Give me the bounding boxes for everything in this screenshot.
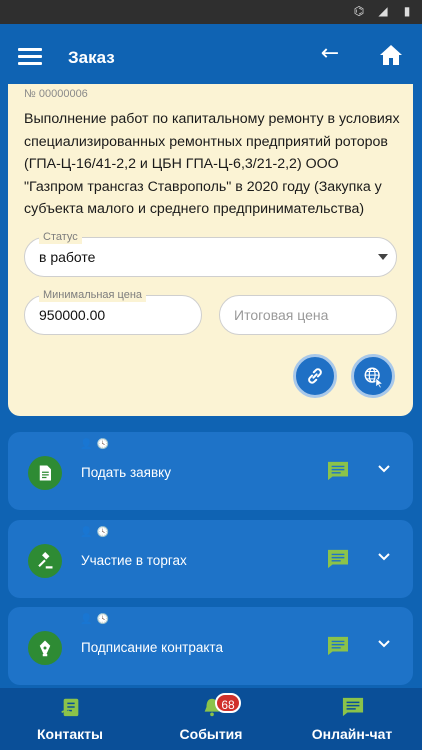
chat-icon[interactable]	[327, 461, 349, 481]
home-icon	[380, 45, 402, 65]
signal-icon: ◢	[378, 4, 388, 18]
min-price-label: Минимальная цена	[39, 288, 147, 302]
final-price-placeholder: Итоговая цена	[234, 307, 329, 323]
bottom-navigation: Контакты 68 События Онлайн-чат	[0, 688, 422, 750]
order-number: № 00000006	[24, 88, 88, 100]
stage-meta-icons: 👤🕓	[80, 614, 113, 625]
dropdown-arrow-icon	[378, 254, 388, 260]
order-title: Выполнение работ по капитальному ремонту…	[24, 111, 400, 217]
document-icon	[28, 456, 62, 490]
link-icon	[308, 368, 322, 384]
globe-cursor-icon	[364, 367, 384, 388]
tab-contacts[interactable]: Контакты	[0, 688, 140, 750]
link-button[interactable]	[293, 354, 337, 398]
chat-icon[interactable]	[327, 636, 349, 656]
final-price-field[interactable]: Итоговая цена	[219, 295, 397, 335]
status-value: в работе	[39, 249, 96, 265]
page-title: Заказ	[68, 48, 115, 67]
stage-label: Участие в торгах	[81, 553, 187, 568]
stage-item-submit[interactable]: 👤🕓 Подать заявку	[8, 432, 413, 510]
system-status-bar: ⌬ ◢ ▮	[0, 0, 422, 24]
stage-label: Подписание контракта	[81, 640, 223, 655]
stage-label: Подать заявку	[81, 465, 171, 480]
stage-item-contract[interactable]: 👤🕓 Подписание контракта	[8, 607, 413, 685]
tab-label: Онлайн-чат	[311, 726, 393, 742]
status-select[interactable]: Статус в работе	[24, 230, 397, 277]
tab-events[interactable]: 68 События	[141, 688, 281, 750]
gavel-icon	[28, 544, 62, 578]
tab-label: Контакты	[36, 726, 103, 742]
events-badge: 68	[215, 693, 241, 713]
chevron-down-icon[interactable]	[376, 549, 392, 565]
stage-meta-icons: 👤🕓	[80, 527, 113, 538]
arrow-left-icon: ←	[320, 41, 340, 66]
stage-item-bidding[interactable]: 👤🕓 Участие в торгах	[8, 520, 413, 598]
battery-icon: ▮	[403, 4, 411, 18]
status-label: Статус	[39, 230, 82, 244]
notification-icon: ⌬	[353, 4, 365, 18]
web-button[interactable]	[351, 354, 395, 398]
stage-meta-icons: 👤🕓	[80, 439, 113, 450]
back-button[interactable]: ←	[316, 40, 344, 68]
chevron-down-icon[interactable]	[376, 461, 392, 477]
min-price-field[interactable]: Минимальная цена 950000.00	[24, 288, 202, 335]
chevron-down-icon[interactable]	[376, 636, 392, 652]
home-button[interactable]	[376, 40, 406, 70]
order-card: № 00000006 Выполнение работ по капитальн…	[8, 84, 413, 416]
menu-button[interactable]	[18, 48, 42, 66]
min-price-value: 950000.00	[39, 307, 106, 323]
menu-icon	[18, 48, 42, 51]
chat-icon[interactable]	[327, 549, 349, 569]
contacts-icon	[61, 698, 79, 717]
tab-label: События	[179, 726, 243, 742]
tab-online-chat[interactable]: Онлайн-чат	[282, 688, 422, 750]
pen-nib-icon	[28, 631, 62, 665]
chat-icon	[342, 697, 364, 717]
